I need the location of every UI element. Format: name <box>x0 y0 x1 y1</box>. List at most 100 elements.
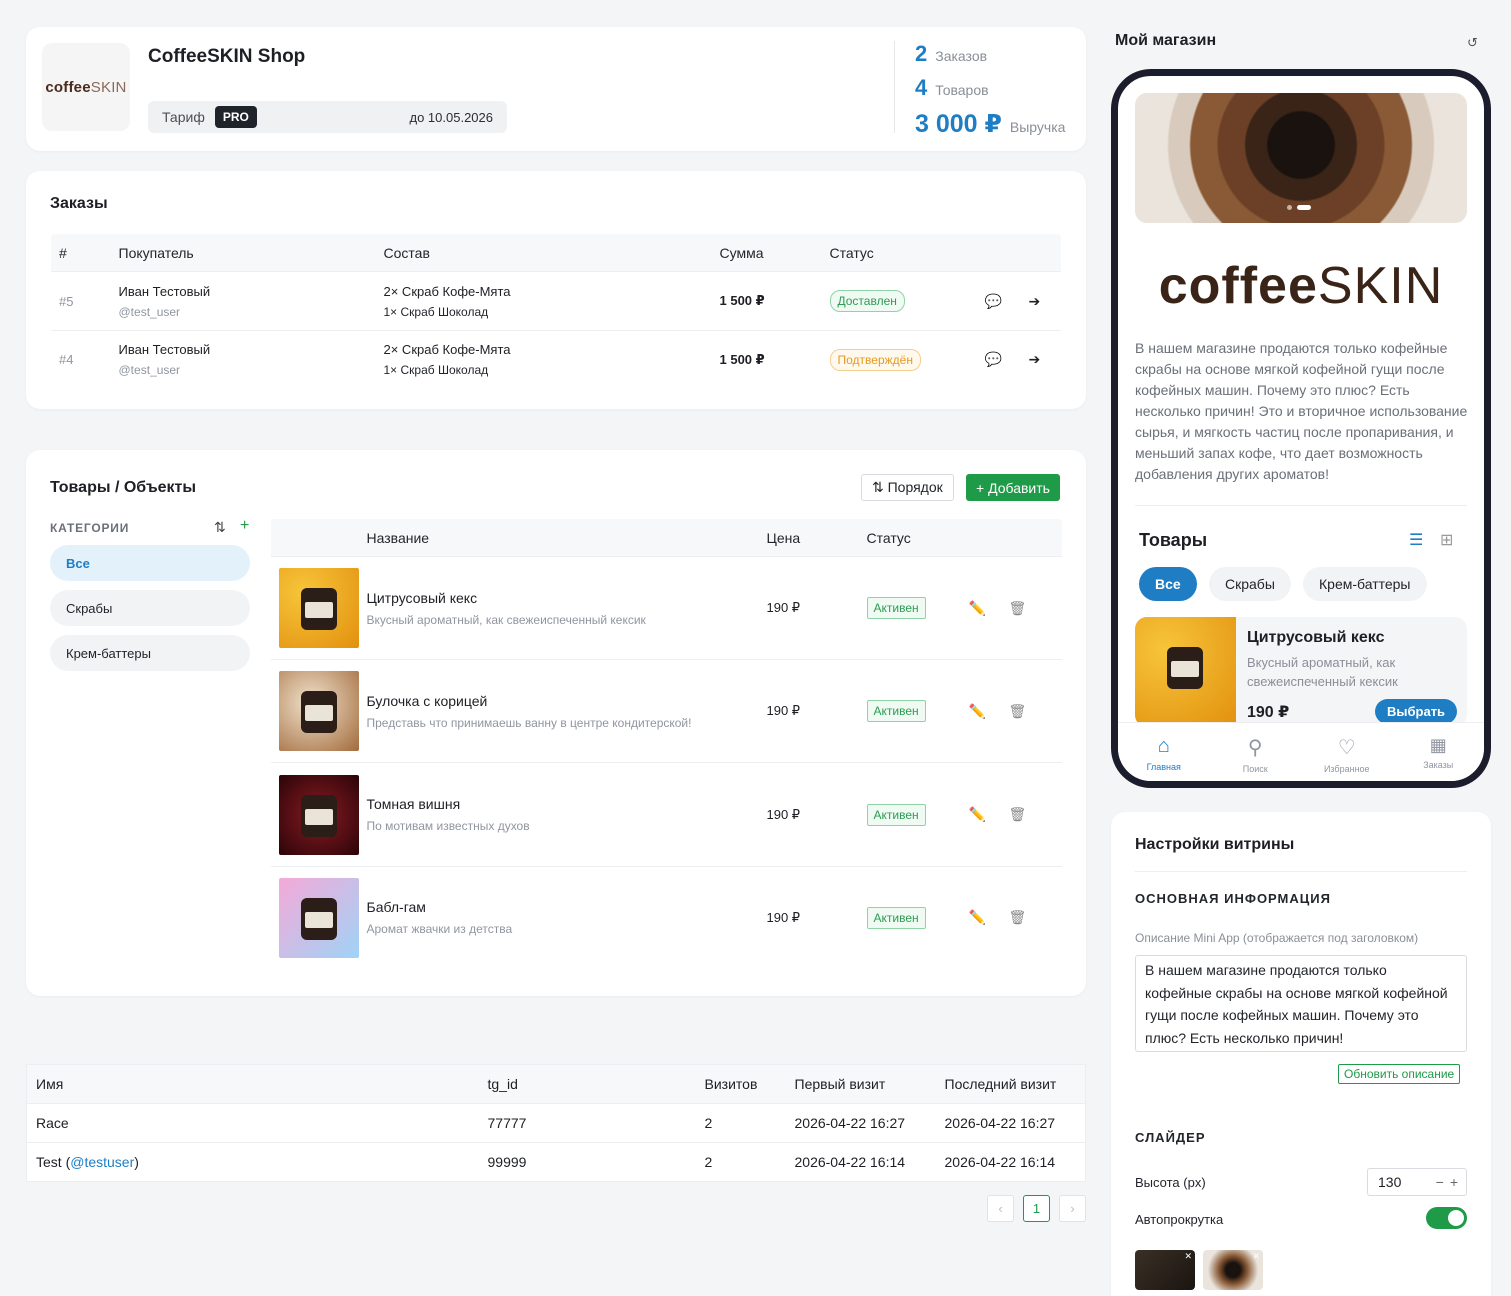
col-name: Название <box>366 519 767 557</box>
product-desc: Представь что принимаешь ванну в центре … <box>366 715 692 730</box>
product-name: Бабл-гам <box>366 899 426 915</box>
edit-icon[interactable]: ✏️ <box>968 556 1009 660</box>
minus-icon[interactable]: − <box>1436 1174 1444 1190</box>
status-badge: Активен <box>866 803 926 826</box>
section-main-info: ОСНОВНАЯ ИНФОРМАЦИЯ <box>1135 891 1331 906</box>
prev-page-button[interactable]: ‹ <box>987 1195 1014 1222</box>
preview-chip-butters[interactable]: Крем-баттеры <box>1303 567 1427 601</box>
shop-header-card: coffee SKIN CoffeeSKIN Shop Тариф PRO до … <box>26 27 1086 151</box>
status-badge: Активен <box>866 700 926 722</box>
plus-icon[interactable]: + <box>1450 1174 1458 1190</box>
add-product-button[interactable]: + Добавить <box>966 474 1060 501</box>
next-page-button[interactable]: › <box>1059 1195 1086 1222</box>
slide-thumbnail[interactable]: ✕ <box>1203 1250 1263 1290</box>
preview-chip-all[interactable]: Все <box>1139 567 1197 601</box>
nav-orders[interactable]: ▦ Заказы <box>1393 723 1485 781</box>
order-row[interactable]: #4 Иван Тестовый @test_user 2× Скраб Кофе… <box>51 331 1062 389</box>
refresh-icon[interactable]: ↺ <box>1467 35 1478 51</box>
visitor-handle-link[interactable]: @testuser <box>70 1154 134 1170</box>
select-button[interactable]: Выбрать <box>1375 699 1458 724</box>
arrow-right-icon[interactable]: ➔ <box>1029 331 1062 389</box>
preview-brand: coffeeSKIN <box>1158 257 1444 315</box>
order-item: 1× Скраб Шоколад <box>383 363 489 377</box>
chat-icon[interactable]: 💬 <box>985 331 1029 389</box>
edit-icon[interactable]: ✏️ <box>968 659 1009 763</box>
products-card: Товары / Объекты ⇅ Порядок + Добавить КА… <box>26 450 1086 996</box>
preview-product-image <box>1135 617 1236 727</box>
close-icon[interactable]: ✕ <box>1184 1251 1192 1262</box>
settings-title: Настройки витрины <box>1135 836 1295 853</box>
product-row[interactable]: Цитрусовый кекс Вкусный ароматный, как св… <box>271 556 1062 660</box>
status-badge: Активен <box>866 597 926 619</box>
product-row[interactable]: Томная вишня По мотивам известных духов 1… <box>271 762 1062 867</box>
hero-slider-image[interactable] <box>1135 93 1467 223</box>
tariff-until: до 10.05.2026 <box>409 109 494 125</box>
product-row[interactable]: Бабл-гам Аромат жвачки из детства 190 ₽ А… <box>271 867 1063 969</box>
order-row[interactable]: #5 Иван Тестовый @test_user 2× Скраб Кофе… <box>51 271 1061 331</box>
home-icon: ⌂ <box>1157 735 1170 757</box>
add-category-icon[interactable]: + <box>240 517 249 535</box>
col-last-visit: Последний визит <box>944 1064 1086 1104</box>
calendar-icon: ▦ <box>1429 735 1447 755</box>
sort-icon[interactable]: ⇅ <box>214 519 226 536</box>
stat-revenue: 3 000 ₽ Выручка <box>915 110 1066 138</box>
nav-favorites[interactable]: ♡ Избранное <box>1301 723 1393 781</box>
visitor-visits: 2 <box>704 1103 795 1143</box>
category-scrubs[interactable]: Скрабы <box>50 590 250 626</box>
col-sum: Сумма <box>719 234 830 272</box>
preview-chip-scrubs[interactable]: Скрабы <box>1209 567 1291 601</box>
visitor-tg-id: 99999 <box>487 1154 527 1170</box>
visitor-tg-id: 77777 <box>487 1103 705 1143</box>
tariff-label: Тариф <box>162 109 205 125</box>
visitor-row: Race 77777 2 2026-04-22 16:27 2026-04-22… <box>26 1103 1086 1143</box>
trash-icon[interactable]: 🗑 <box>1009 867 1063 969</box>
visitor-last: 2026-04-22 16:14 <box>944 1154 1056 1170</box>
slide-thumbnail[interactable]: ✕ <box>1135 1250 1195 1290</box>
order-id: #4 <box>59 352 74 367</box>
visitors-table: Имя tg_id Визитов Первый визит Последний… <box>26 1064 1086 1182</box>
edit-icon[interactable]: ✏️ <box>969 867 1009 969</box>
product-image <box>279 774 359 855</box>
category-butters[interactable]: Крем-баттеры <box>50 635 250 671</box>
product-row[interactable]: Булочка с корицей Представь что принимаеш… <box>271 659 1062 763</box>
stat-products: 4 Товаров <box>915 75 989 100</box>
product-image <box>279 877 359 958</box>
product-name: Булочка с корицей <box>366 692 488 709</box>
close-icon[interactable]: ✕ <box>1252 1251 1260 1262</box>
status-badge: Подтверждён <box>829 348 921 371</box>
autoplay-toggle[interactable] <box>1426 1207 1467 1229</box>
col-tg-id: tg_id <box>487 1064 705 1104</box>
nav-search[interactable]: ⚲ Поиск <box>1210 723 1302 781</box>
product-price: 190 ₽ <box>766 659 867 763</box>
autoplay-label: Автопрокрутка <box>1135 1212 1224 1227</box>
update-description-button[interactable]: Обновить описание <box>1338 1064 1461 1084</box>
page-button[interactable]: 1 <box>1023 1195 1050 1222</box>
col-buyer: Покупатель <box>118 234 384 272</box>
edit-icon[interactable]: ✏️ <box>968 762 1009 867</box>
grid-view-icon[interactable]: ⊞ <box>1440 530 1453 550</box>
trash-icon[interactable]: 🗑 <box>1008 556 1062 660</box>
height-value: 130 <box>1378 1174 1402 1190</box>
category-all[interactable]: Все <box>50 545 250 581</box>
product-image <box>279 671 359 751</box>
order-button[interactable]: ⇅ Порядок <box>861 474 954 501</box>
height-stepper[interactable]: 130 − + <box>1367 1168 1467 1196</box>
preview-product-card[interactable]: Цитрусовый кекс Вкусный ароматный, как с… <box>1135 617 1467 727</box>
trash-icon[interactable]: 🗑 <box>1008 659 1062 763</box>
order-handle: @test_user <box>118 304 181 319</box>
orders-card: Заказы # Покупатель Состав Сумма Статус … <box>26 171 1086 409</box>
search-icon: ⚲ <box>1247 737 1263 759</box>
trash-icon[interactable]: 🗑 <box>1008 762 1062 867</box>
chat-icon[interactable]: 💬 <box>984 271 1029 331</box>
nav-home[interactable]: ⌂ Главная <box>1118 723 1210 781</box>
col-status: Статус <box>866 519 969 557</box>
arrow-right-icon[interactable]: ➔ <box>1028 271 1061 331</box>
product-image <box>279 568 359 648</box>
description-textarea[interactable]: В нашем магазине продаются только кофейн… <box>1135 955 1467 1052</box>
preview-product-price: 190 ₽ <box>1247 704 1290 721</box>
list-view-icon[interactable]: ☰ <box>1409 530 1423 550</box>
order-buyer: Иван Тестовый <box>118 283 211 299</box>
visitor-name: Race <box>26 1103 488 1143</box>
status-badge: Доставлен <box>829 290 905 312</box>
product-desc: Вкусный ароматный, как свежеиспеченный к… <box>366 612 646 627</box>
